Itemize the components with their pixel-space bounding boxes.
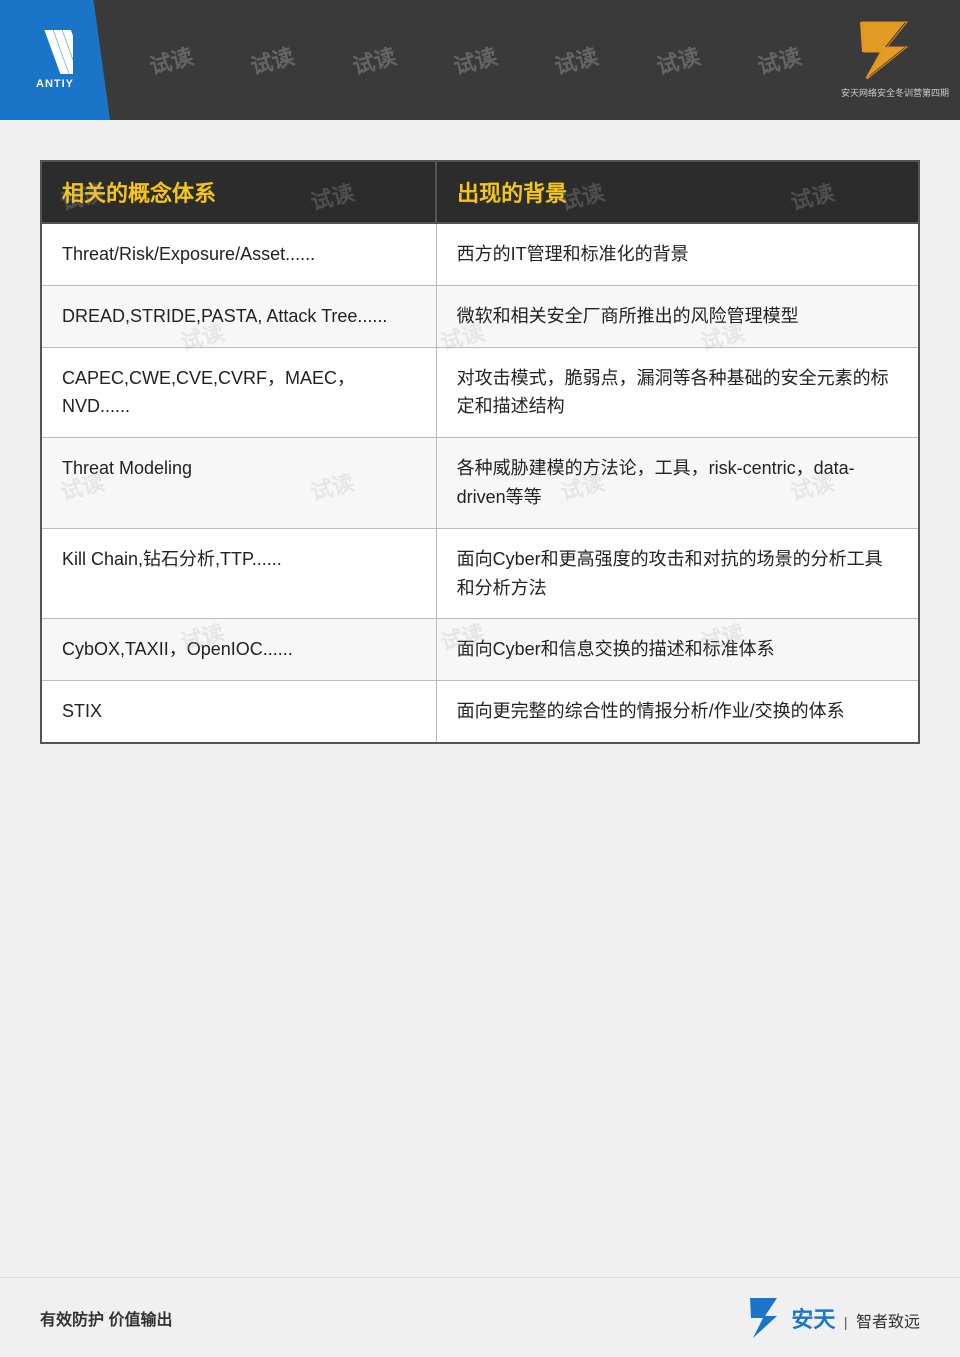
footer-brand-text: 安天 | 智者致远 — [791, 1302, 920, 1334]
header: ANTIY 试读 试读 试读 试读 试读 试读 试读 安天网络安全冬训营第四期 — [0, 0, 960, 120]
header-subtitle: 安天网络安全冬训营第四期 — [841, 86, 949, 99]
table-row: Kill Chain,钻石分析,TTP......面向Cyber和更高强度的攻击… — [41, 528, 919, 619]
table-cell-right-6: 面向更完整的综合性的情报分析/作业/交换的体系 — [436, 681, 919, 743]
table-cell-right-1: 微软和相关安全厂商所推出的风险管理模型 — [436, 285, 919, 347]
table-row: CAPEC,CWE,CVE,CVRF，MAEC，NVD......对攻击模式，脆… — [41, 347, 919, 438]
header-right-svg — [850, 17, 940, 82]
table-row: Threat Modeling各种威胁建模的方法论，工具，risk-centri… — [41, 438, 919, 529]
footer: 有效防护 价值输出 安天 | 智者致远 — [0, 1277, 960, 1357]
table-cell-left-0: Threat/Risk/Exposure/Asset...... — [41, 223, 436, 285]
brand-sub: 智者致远 — [856, 1314, 920, 1331]
table-row: CybOX,TAXII，OpenIOC......面向Cyber和信息交换的描述… — [41, 619, 919, 681]
header-logo-right: 安天网络安全冬训营第四期 — [840, 10, 950, 105]
table-row: STIX面向更完整的综合性的情报分析/作业/交换的体系 — [41, 681, 919, 743]
table-row: DREAD,STRIDE,PASTA, Attack Tree......微软和… — [41, 285, 919, 347]
table-row: Threat/Risk/Exposure/Asset......西方的IT管理和… — [41, 223, 919, 285]
footer-tagline: 有效防护 价值输出 — [40, 1306, 172, 1330]
table-cell-right-3: 各种威胁建模的方法论，工具，risk-centric，data-driven等等 — [436, 438, 919, 529]
wm5: 试读 — [551, 39, 602, 81]
wm4: 试读 — [450, 39, 501, 81]
logo-stripes — [37, 30, 73, 74]
antiy-footer-logo: 安天 | 智者致远 — [745, 1296, 920, 1340]
wm6: 试读 — [652, 39, 703, 81]
table-body: Threat/Risk/Exposure/Asset......西方的IT管理和… — [41, 223, 919, 743]
wm1: 试读 — [145, 39, 196, 81]
wm3: 试读 — [348, 39, 399, 81]
brand-name: 安天 — [791, 1307, 835, 1332]
table-cell-left-2: CAPEC,CWE,CVE,CVRF，MAEC，NVD...... — [41, 347, 436, 438]
brand-separator: | — [844, 1314, 848, 1330]
col2-header: 出现的背景 — [436, 161, 919, 223]
table-cell-right-4: 面向Cyber和更高强度的攻击和对抗的场景的分析工具和分析方法 — [436, 528, 919, 619]
table-cell-right-5: 面向Cyber和信息交换的描述和标准体系 — [436, 619, 919, 681]
footer-antiy-icon — [745, 1296, 785, 1340]
table-cell-left-5: CybOX,TAXII，OpenIOC...... — [41, 619, 436, 681]
main-table: 相关的概念体系 出现的背景 Threat/Risk/Exposure/Asset… — [40, 160, 920, 744]
table-cell-left-1: DREAD,STRIDE,PASTA, Attack Tree...... — [41, 285, 436, 347]
main-content: 试读 试读 试读 试读 试读 试读 试读 试读 试读 试读 试读 试读 试读 试… — [0, 120, 960, 764]
table-header-row: 相关的概念体系 出现的背景 — [41, 161, 919, 223]
table-cell-right-0: 西方的IT管理和标准化的背景 — [436, 223, 919, 285]
wm2: 试读 — [247, 39, 298, 81]
col1-header: 相关的概念体系 — [41, 161, 436, 223]
logo-box: ANTIY — [0, 0, 110, 120]
table-cell-left-6: STIX — [41, 681, 436, 743]
footer-right: 安天 | 智者致远 — [745, 1296, 920, 1340]
table-cell-left-4: Kill Chain,钻石分析,TTP...... — [41, 528, 436, 619]
table-cell-right-2: 对攻击模式，脆弱点，漏洞等各种基础的安全元素的标定和描述结构 — [436, 347, 919, 438]
logo-text: ANTIY — [36, 78, 74, 90]
header-watermark: 试读 试读 试读 试读 试读 试读 试读 — [0, 0, 960, 120]
table-cell-left-3: Threat Modeling — [41, 438, 436, 529]
wm7: 试读 — [754, 39, 805, 81]
